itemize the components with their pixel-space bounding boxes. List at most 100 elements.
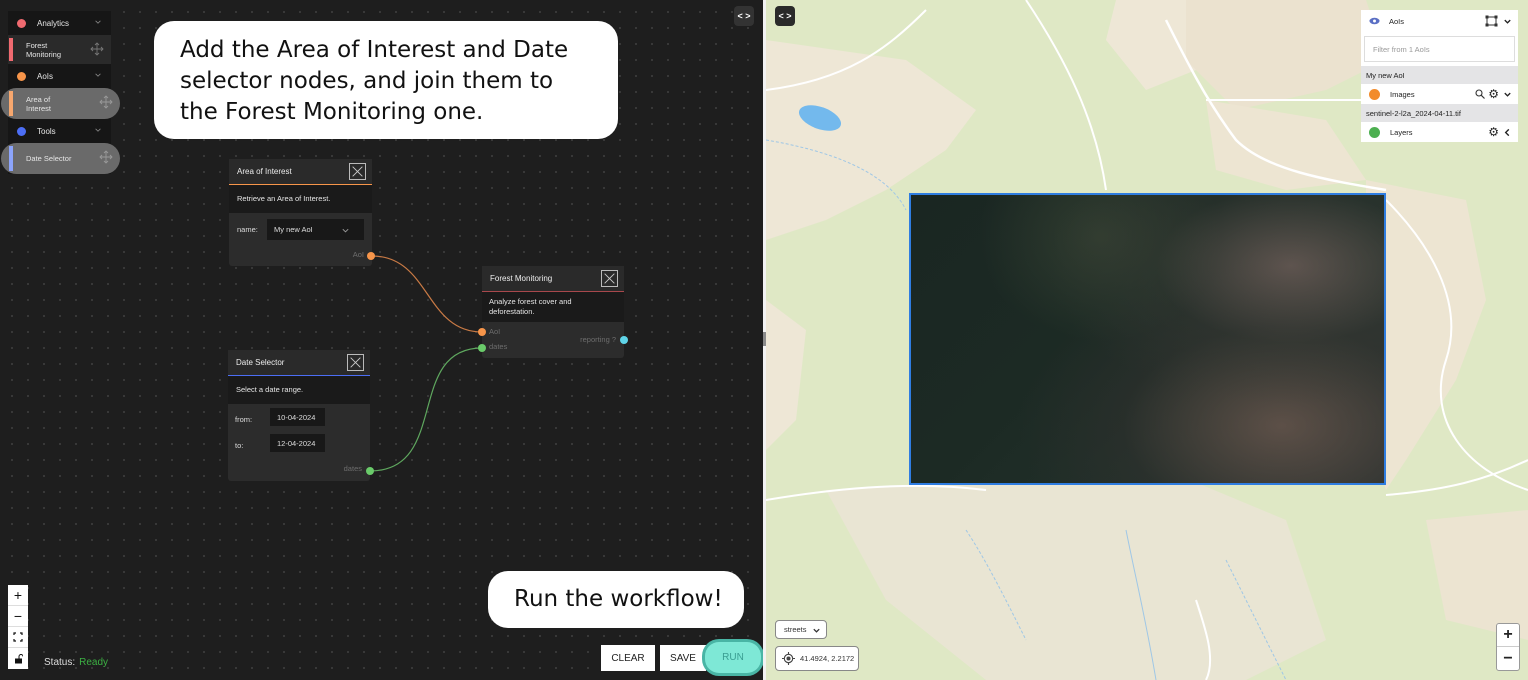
- from-date-value: 10-04-2024: [277, 412, 316, 422]
- node-description: Analyze forest cover and deforestation.: [482, 292, 624, 322]
- aois-header: AoIs: [1361, 10, 1518, 32]
- chevron-down-icon: [813, 628, 820, 633]
- aoi-name-select[interactable]: My new AoI: [267, 219, 364, 240]
- lock-button[interactable]: [8, 648, 28, 669]
- node-header[interactable]: Forest Monitoring: [482, 266, 624, 292]
- code-icon: < >: [778, 11, 792, 21]
- forest-reporting-output-port[interactable]: [620, 336, 628, 344]
- canvas-zoom-controls: + −: [8, 585, 28, 669]
- node-title: Date Selector: [236, 358, 285, 367]
- locate-icon[interactable]: [782, 652, 795, 665]
- node-palette: Analytics Forest Monitoring AoIs Area of I…: [1, 11, 120, 174]
- run-button[interactable]: RUN: [705, 642, 761, 673]
- aois-title: AoIs: [1389, 16, 1405, 26]
- category-label: AoIs: [37, 71, 54, 81]
- forest-dates-input-port[interactable]: [478, 344, 486, 352]
- layers-dot-icon: [1369, 126, 1380, 138]
- gear-icon[interactable]: ⚙: [1488, 125, 1499, 139]
- workflow-editor-canvas[interactable]: Analytics Forest Monitoring AoIs Area of I…: [0, 0, 763, 680]
- palette-item-date-selector[interactable]: Date Selector: [1, 143, 120, 174]
- instruction-callout: Add the Area of Interest and Date select…: [154, 21, 618, 139]
- node-area-of-interest[interactable]: Area of Interest Retrieve an Area of Int…: [229, 159, 372, 266]
- aois-dot-icon: [17, 71, 26, 81]
- basemap-select[interactable]: streets: [775, 620, 827, 639]
- close-icon[interactable]: [601, 270, 618, 287]
- clear-button[interactable]: CLEAR: [601, 645, 655, 671]
- node-title: Area of Interest: [237, 167, 292, 176]
- aoi-panel: AoIs Filter from 1 AoIs My new AoI Image…: [1361, 10, 1518, 142]
- edge-dates-to-forest: [369, 347, 483, 472]
- aoi-item[interactable]: My new AoI: [1361, 66, 1518, 84]
- gear-icon[interactable]: ⚙: [1488, 87, 1499, 101]
- dates-output-port[interactable]: [366, 467, 374, 475]
- edge-aoi-to-forest: [371, 255, 483, 333]
- toggle-code-button-map[interactable]: < >: [775, 6, 795, 26]
- palette-item-label: Date Selector: [26, 154, 72, 163]
- output-port-label-reporting: reporting ?: [580, 335, 616, 344]
- palette-item-area-of-interest[interactable]: Area of Interest: [1, 88, 120, 119]
- palette-item-label: Area of Interest: [26, 94, 52, 113]
- search-icon[interactable]: [1475, 89, 1485, 99]
- from-date-input[interactable]: 10-04-2024: [270, 408, 325, 426]
- to-date-input[interactable]: 12-04-2024: [270, 434, 325, 452]
- palette-category-tools[interactable]: Tools: [8, 119, 111, 143]
- chevron-down-icon: [95, 20, 101, 24]
- zoom-out-button[interactable]: −: [8, 606, 28, 627]
- draw-polygon-icon[interactable]: [1485, 15, 1498, 27]
- chevron-down-icon[interactable]: [1503, 17, 1512, 26]
- move-icon[interactable]: [99, 150, 113, 164]
- chevron-down-icon[interactable]: [1503, 90, 1512, 99]
- to-label: to:: [235, 441, 244, 450]
- images-label: Images: [1390, 89, 1415, 99]
- color-bar: [9, 38, 13, 61]
- toggle-code-button[interactable]: < >: [734, 6, 754, 26]
- output-port-label: AoI: [352, 250, 364, 259]
- analytics-dot-icon: [17, 18, 26, 28]
- palette-item-forest-monitoring[interactable]: Forest Monitoring: [8, 35, 111, 64]
- app-root: Analytics Forest Monitoring AoIs Area of I…: [0, 0, 1528, 680]
- eye-icon[interactable]: [1369, 17, 1380, 25]
- images-row: Images ⚙: [1361, 84, 1518, 104]
- fit-view-button[interactable]: [8, 627, 28, 648]
- map-zoom-controls: + −: [1496, 623, 1520, 671]
- images-dot-icon: [1369, 88, 1380, 100]
- palette-category-aois[interactable]: AoIs: [8, 64, 111, 88]
- from-label: from:: [235, 415, 253, 424]
- save-button[interactable]: SAVE: [660, 645, 706, 671]
- aoi-filter-input[interactable]: Filter from 1 AoIs: [1364, 36, 1515, 62]
- input-port-label-dates: dates: [489, 342, 508, 351]
- node-description: Retrieve an Area of Interest.: [229, 185, 372, 213]
- node-header[interactable]: Area of Interest: [229, 159, 372, 185]
- aoi-output-port[interactable]: [367, 252, 375, 260]
- forest-aoi-input-port[interactable]: [478, 328, 486, 336]
- chevron-down-icon: [95, 128, 101, 132]
- unlock-icon: [14, 653, 23, 663]
- zoom-in-button[interactable]: +: [8, 585, 28, 606]
- output-port-label: dates: [343, 464, 362, 473]
- image-file-item[interactable]: sentinel-2-l2a_2024-04-11.tif: [1361, 104, 1518, 122]
- close-icon[interactable]: [349, 163, 366, 180]
- code-icon: < >: [737, 11, 751, 21]
- move-icon[interactable]: [99, 95, 113, 109]
- tools-dot-icon: [17, 126, 26, 136]
- node-forest-monitoring[interactable]: Forest Monitoring Analyze forest cover a…: [482, 266, 624, 358]
- node-date-selector[interactable]: Date Selector Select a date range. from:…: [228, 350, 370, 481]
- aoi-boundary: [909, 193, 1386, 485]
- chevron-left-icon[interactable]: [1503, 128, 1511, 137]
- layers-label: Layers: [1390, 127, 1413, 137]
- status-label: Status:: [44, 657, 76, 668]
- category-label: Analytics: [37, 18, 70, 28]
- close-icon[interactable]: [347, 354, 364, 371]
- map-zoom-out-button[interactable]: −: [1497, 647, 1519, 670]
- chevron-down-icon: [342, 228, 349, 233]
- palette-category-analytics[interactable]: Analytics: [8, 11, 111, 35]
- palette-item-label: Forest Monitoring: [26, 40, 62, 59]
- status-value: Ready: [79, 657, 109, 668]
- move-icon[interactable]: [90, 42, 104, 56]
- map-zoom-in-button[interactable]: +: [1497, 624, 1519, 647]
- aoi-name-value: My new AoI: [274, 225, 313, 234]
- to-date-value: 12-04-2024: [277, 438, 316, 448]
- chevron-down-icon: [95, 73, 101, 77]
- node-header[interactable]: Date Selector: [228, 350, 370, 376]
- input-port-label-aoi: AoI: [489, 327, 501, 336]
